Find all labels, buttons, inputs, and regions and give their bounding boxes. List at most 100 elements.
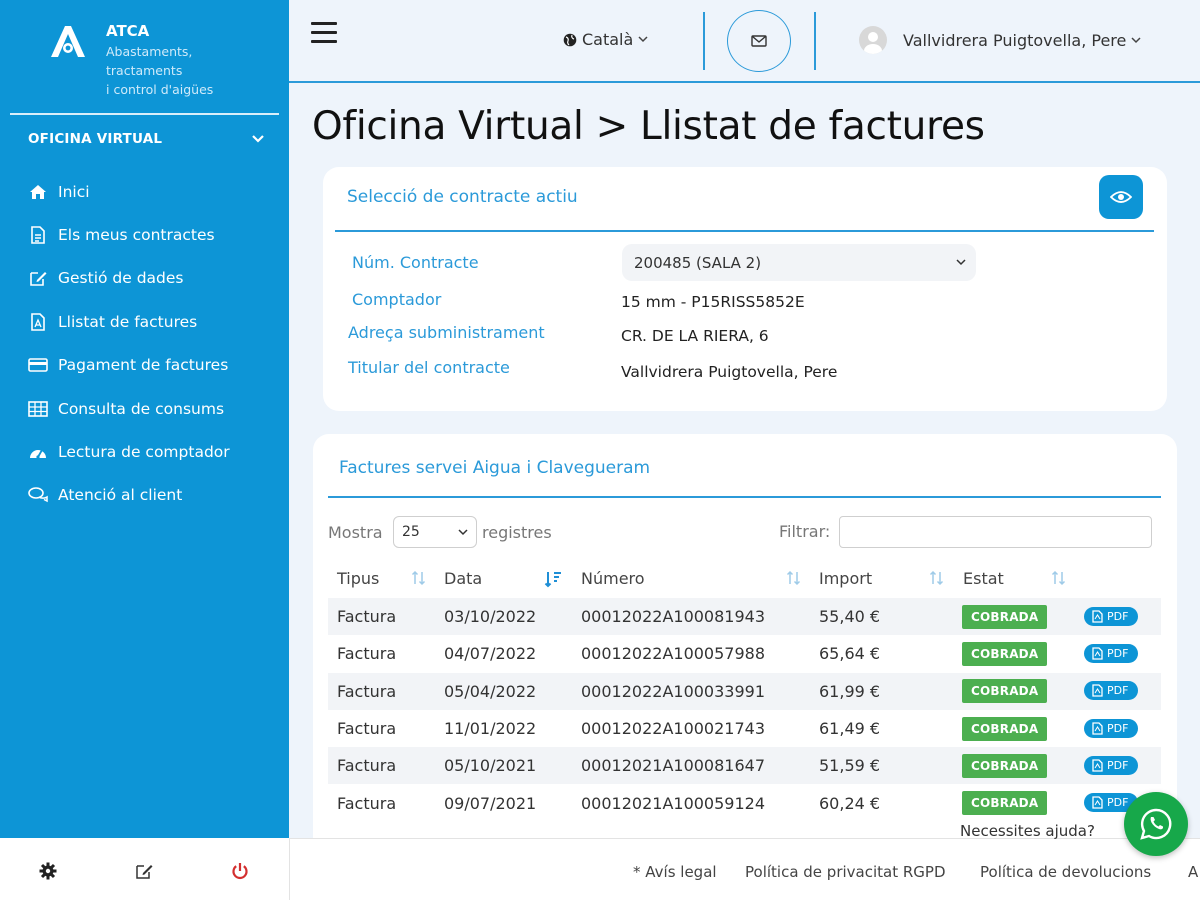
- footer-link-privacy[interactable]: Política de privacitat RGPD: [745, 863, 946, 881]
- download-pdf-button[interactable]: PDF: [1084, 606, 1139, 626]
- sidebar-nav: Inici Els meus contractes Gestió de dade…: [28, 170, 230, 517]
- menu-toggle-button[interactable]: [311, 22, 337, 44]
- user-name: Vallvidrera Puigtovella, Pere: [903, 30, 1127, 50]
- footer-link-legal[interactable]: * Avís legal: [633, 863, 717, 881]
- meter-icon: [28, 442, 48, 462]
- sort-icon: [786, 570, 801, 586]
- home-icon: [28, 182, 48, 202]
- page-size-value: 25: [402, 524, 420, 540]
- card-divider: [328, 496, 1161, 498]
- invoice-type: Factura: [337, 756, 397, 776]
- table-row: Factura 09/07/2021 00012021A100059124 60…: [328, 784, 1161, 821]
- logout-button[interactable]: [229, 860, 251, 882]
- sidebar-item-consums[interactable]: Consulta de consums: [28, 387, 230, 430]
- invoice-number: 00012022A100057988: [581, 644, 765, 664]
- topbar-separator: [703, 12, 705, 70]
- invoice-amount: 60,24 €: [819, 793, 881, 813]
- column-header-numero[interactable]: Número: [572, 558, 810, 598]
- gear-icon: [39, 862, 57, 880]
- status-badge: COBRADA: [962, 604, 1048, 629]
- sidebar-bottom-bar: [0, 838, 290, 900]
- topbar-separator: [814, 12, 816, 70]
- messages-button[interactable]: [727, 10, 791, 72]
- invoices-table: Tipus Data Número Import Estat Factura 0…: [328, 558, 1161, 822]
- sidebar-item-label: Atenció al client: [58, 486, 183, 505]
- download-pdf-button[interactable]: PDF: [1084, 681, 1139, 701]
- sidebar-section-toggle[interactable]: OFICINA VIRTUAL: [28, 131, 264, 147]
- sidebar-item-contractes[interactable]: Els meus contractes: [28, 213, 230, 256]
- sidebar-item-llistat-factures[interactable]: Llistat de factures: [28, 300, 230, 343]
- chevron-down-icon: [252, 135, 264, 143]
- chevron-down-icon: [956, 259, 966, 266]
- sidebar-item-atencio[interactable]: Atenció al client: [28, 474, 230, 517]
- download-pdf-button[interactable]: PDF: [1084, 643, 1139, 663]
- file-pdf-icon: [1092, 759, 1103, 772]
- download-pdf-button[interactable]: PDF: [1084, 718, 1139, 738]
- sidebar-item-lectura[interactable]: Lectura de comptador: [28, 430, 230, 473]
- whatsapp-button[interactable]: [1124, 792, 1188, 856]
- atca-logo-icon: [51, 26, 85, 57]
- invoice-date: 05/10/2021: [444, 756, 537, 776]
- meter-value: 15 mm - P15RISS5852E: [621, 293, 805, 311]
- edit-profile-button[interactable]: [133, 860, 155, 882]
- invoice-date: 09/07/2021: [444, 793, 537, 813]
- whatsapp-icon: [1140, 808, 1172, 840]
- invoices-card: Factures servei Aigua i Clavegueram Most…: [313, 434, 1177, 838]
- chevron-down-icon: [1131, 36, 1141, 43]
- sidebar-item-inici[interactable]: Inici: [28, 170, 230, 213]
- file-pdf-icon: [1092, 721, 1103, 735]
- avatar: [859, 26, 887, 54]
- help-label[interactable]: Necessites ajuda?: [960, 822, 1095, 840]
- file-pdf-icon: [1092, 609, 1103, 623]
- invoice-amount: 61,49 €: [819, 719, 881, 739]
- contract-select-value: 200485 (SALA 2): [634, 253, 762, 272]
- view-contract-button[interactable]: [1099, 175, 1143, 219]
- brand-subtitle-line1: Abastaments,: [106, 44, 193, 59]
- status-badge: COBRADA: [962, 641, 1048, 666]
- sidebar: ATCA Abastaments, tractaments i control …: [0, 0, 289, 838]
- table-row: Factura 05/04/2022 00012022A100033991 61…: [328, 672, 1161, 710]
- filter-label: Filtrar:: [779, 522, 831, 541]
- file-pdf-icon: [1092, 647, 1103, 660]
- sidebar-item-gestio-dades[interactable]: Gestió de dades: [28, 257, 230, 300]
- contract-select[interactable]: 200485 (SALA 2): [622, 244, 976, 281]
- language-label: Català: [582, 30, 634, 49]
- footer: * Avís legal Política de privacitat RGPD…: [290, 838, 1200, 900]
- invoice-type: Factura: [337, 644, 397, 664]
- edit-icon: [136, 865, 153, 879]
- invoice-type: Factura: [337, 607, 397, 627]
- footer-link-returns[interactable]: Política de devolucions: [980, 863, 1151, 881]
- eye-icon: [1110, 191, 1132, 203]
- brand-name: ATCA: [106, 22, 150, 40]
- invoice-date: 05/04/2022: [444, 681, 537, 701]
- column-header-import[interactable]: Import: [810, 558, 953, 598]
- meter-label: Comptador: [352, 290, 442, 309]
- filter-input[interactable]: [839, 516, 1152, 548]
- footer-link-more[interactable]: A: [1188, 863, 1198, 881]
- pdf-file-icon: [28, 312, 48, 332]
- supply-address-label: Adreça subministrament: [348, 323, 545, 342]
- invoice-number: 00012021A100059124: [581, 793, 765, 813]
- table-header-row: Tipus Data Número Import Estat: [328, 558, 1161, 598]
- table-row: Factura 03/10/2022 00012022A100081943 55…: [328, 598, 1161, 636]
- edit-icon: [28, 268, 48, 288]
- invoice-date: 04/07/2022: [444, 644, 537, 664]
- sort-icon: [929, 570, 944, 586]
- top-bar: Català Vallvidrera Puigtovella, Pere: [289, 0, 1200, 83]
- column-header-estat[interactable]: Estat: [953, 558, 1075, 598]
- sidebar-item-label: Consulta de consums: [58, 399, 225, 418]
- language-selector[interactable]: Català: [563, 30, 648, 49]
- user-menu[interactable]: Vallvidrera Puigtovella, Pere: [859, 26, 1141, 54]
- sidebar-item-pagament[interactable]: Pagament de factures: [28, 344, 230, 387]
- contract-holder-value: Vallvidrera Puigtovella, Pere: [621, 363, 838, 381]
- column-header-actions: [1075, 558, 1161, 598]
- column-header-data[interactable]: Data: [435, 558, 572, 598]
- chevron-down-icon: [638, 36, 648, 43]
- download-pdf-button[interactable]: PDF: [1084, 755, 1139, 775]
- settings-button[interactable]: [37, 860, 59, 882]
- column-header-tipus[interactable]: Tipus: [328, 558, 435, 598]
- sidebar-section-title: OFICINA VIRTUAL: [28, 131, 163, 147]
- hamburger-icon: [311, 22, 337, 25]
- brand[interactable]: ATCA Abastaments, tractaments i control …: [48, 20, 213, 99]
- page-size-select[interactable]: 25: [393, 516, 477, 548]
